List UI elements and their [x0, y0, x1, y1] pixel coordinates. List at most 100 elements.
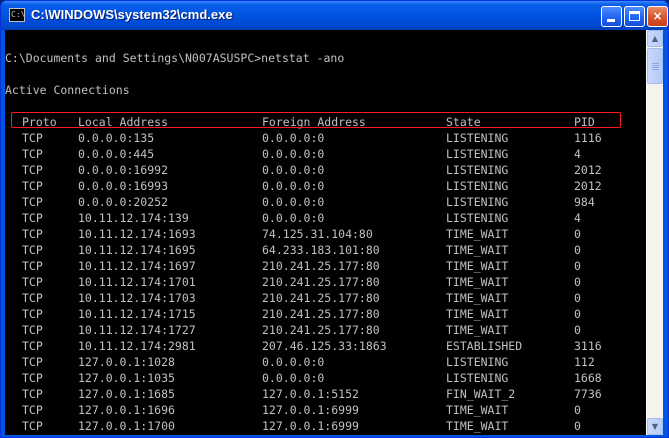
cell-local-address: 10.11.12.174:1693 — [78, 227, 196, 241]
grip-line — [652, 67, 659, 68]
cell-foreign-address: 210.241.25.177:80 — [262, 323, 380, 337]
cell-proto: TCP — [22, 291, 43, 305]
minimize-button[interactable] — [601, 6, 622, 27]
table-row: TCP 0.0.0.0:20252 0.0.0.0:0 LISTENING 984 — [5, 194, 646, 210]
cell-state: TIME_WAIT — [446, 291, 509, 305]
cell-pid: 0 — [574, 323, 581, 337]
cell-pid: 0 — [574, 403, 581, 417]
cell-pid: 0 — [574, 259, 581, 273]
cell-pid: 4 — [574, 147, 581, 161]
table-row: TCP 127.0.0.1:1028 0.0.0.0:0 LISTENING 112 — [5, 354, 646, 370]
window-title: C:\WINDOWS\system32\cmd.exe — [31, 7, 233, 22]
cell-proto: TCP — [22, 419, 43, 433]
cell-local-address: 10.11.12.174:1695 — [78, 243, 196, 257]
grip-line — [652, 65, 659, 66]
cell-pid: 1116 — [574, 131, 602, 145]
table-row: TCP 10.11.12.174:2981 207.46.125.33:1863 ES… — [5, 338, 646, 354]
table-row: TCP 127.0.0.1:1700 127.0.0.1:6999 TIME_WAIT… — [5, 418, 646, 434]
cell-proto: TCP — [22, 275, 43, 289]
close-button[interactable]: × — [647, 6, 668, 27]
maximize-icon — [629, 11, 640, 21]
cell-foreign-address: 0.0.0.0:0 — [262, 147, 325, 161]
cell-state: LISTENING — [446, 131, 509, 145]
cell-proto: TCP — [22, 307, 43, 321]
table-row: TCP 10.11.12.174:1693 74.125.31.104:80 TIME… — [5, 226, 646, 242]
cell-state: TIME_WAIT — [446, 419, 509, 433]
cell-local-address: 127.0.0.1:1028 — [78, 355, 175, 369]
vertical-scrollbar[interactable]: ▲ ▼ — [646, 30, 663, 435]
cell-foreign-address: 0.0.0.0:0 — [262, 163, 325, 177]
cell-state: LISTENING — [446, 147, 509, 161]
cell-proto: TCP — [22, 147, 43, 161]
cmd-window: C:\ C:\WINDOWS\system32\cmd.exe × C:\Doc… — [0, 0, 669, 438]
cell-foreign-address: 127.0.0.1:5152 — [262, 387, 359, 401]
scroll-thumb[interactable] — [647, 48, 663, 84]
cell-local-address: 127.0.0.1:1035 — [78, 371, 175, 385]
cell-pid: 4 — [574, 211, 581, 225]
table-row: TCP 10.11.12.174:1695 64.233.183.101:80 TIM… — [5, 242, 646, 258]
cell-foreign-address: 127.0.0.1:6999 — [262, 403, 359, 417]
cell-local-address: 0.0.0.0:445 — [78, 147, 155, 161]
cell-proto: TCP — [22, 243, 43, 257]
cell-proto: TCP — [22, 339, 43, 353]
cell-foreign-address: 210.241.25.177:80 — [262, 275, 380, 289]
cell-pid: 984 — [574, 195, 595, 209]
cell-proto: TCP — [22, 355, 43, 369]
table-row: TCP 127.0.0.1:1685 127.0.0.1:5152 FIN_WAIT_… — [5, 386, 646, 402]
cell-pid: 0 — [574, 419, 581, 433]
window-right-border — [663, 30, 668, 437]
table-row: TCP 0.0.0.0:16993 0.0.0.0:0 LISTENING 2012 — [5, 178, 646, 194]
cell-proto: TCP — [22, 323, 43, 337]
cell-pid: 2012 — [574, 163, 602, 177]
cell-state: TIME_WAIT — [446, 275, 509, 289]
cell-foreign-address: 0.0.0.0:0 — [262, 131, 325, 145]
cell-state: TIME_WAIT — [446, 259, 509, 273]
cell-foreign-address: 0.0.0.0:0 — [262, 179, 325, 193]
cell-pid: 0 — [574, 227, 581, 241]
title-bar[interactable]: C:\ C:\WINDOWS\system32\cmd.exe × — [1, 1, 668, 30]
section-title: Active Connections — [5, 83, 130, 97]
cell-state: ESTABLISHED — [446, 339, 523, 353]
table-row: TCP 127.0.0.1:1035 0.0.0.0:0 LISTENING 1668 — [5, 370, 646, 386]
table-row: TCP 10.11.12.174:1727 210.241.25.177:80 TIM… — [5, 322, 646, 338]
cell-local-address: 0.0.0.0:20252 — [78, 195, 169, 209]
close-icon: × — [652, 9, 663, 23]
maximize-button[interactable] — [624, 6, 645, 27]
cell-pid: 3116 — [574, 339, 602, 353]
table-row: TCP 10.11.12.174:139 0.0.0.0:0 LISTENING 4 — [5, 210, 646, 226]
cell-foreign-address: 64.233.183.101:80 — [262, 243, 380, 257]
cell-pid: 2012 — [574, 179, 602, 193]
table-row: TCP 0.0.0.0:16992 0.0.0.0:0 LISTENING 2012 — [5, 162, 646, 178]
scroll-down-button[interactable]: ▼ — [647, 418, 663, 435]
grip-line — [652, 63, 659, 64]
cell-local-address: 0.0.0.0:135 — [78, 131, 155, 145]
cmd-app-icon[interactable]: C:\ — [9, 8, 25, 22]
cell-pid: 0 — [574, 291, 581, 305]
cell-foreign-address: 210.241.25.177:80 — [262, 291, 380, 305]
console-output[interactable]: C:\Documents and Settings\N007ASUSPC>net… — [5, 30, 646, 435]
cell-state: LISTENING — [446, 211, 509, 225]
cell-proto: TCP — [22, 259, 43, 273]
cell-pid: 0 — [574, 307, 581, 321]
cell-state: TIME_WAIT — [446, 227, 509, 241]
cell-pid: 0 — [574, 275, 581, 289]
cell-state: TIME_WAIT — [446, 323, 509, 337]
cell-foreign-address: 210.241.25.177:80 — [262, 307, 380, 321]
cell-state: LISTENING — [446, 355, 509, 369]
table-row: TCP 10.11.12.174:1703 210.241.25.177:80 TIM… — [5, 290, 646, 306]
cell-foreign-address: 74.125.31.104:80 — [262, 227, 373, 241]
grip-line — [652, 69, 659, 70]
cell-local-address: 10.11.12.174:139 — [78, 211, 189, 225]
cell-proto: TCP — [22, 403, 43, 417]
arrow-up-icon: ▲ — [651, 34, 659, 43]
scroll-up-button[interactable]: ▲ — [647, 30, 663, 47]
cell-local-address: 10.11.12.174:1703 — [78, 291, 196, 305]
cell-local-address: 10.11.12.174:2981 — [78, 339, 196, 353]
cell-local-address: 127.0.0.1:1700 — [78, 419, 175, 433]
header-highlight-box — [11, 112, 621, 128]
cell-local-address: 0.0.0.0:16993 — [78, 179, 169, 193]
table-row: TCP 0.0.0.0:445 0.0.0.0:0 LISTENING 4 — [5, 146, 646, 162]
cell-proto: TCP — [22, 163, 43, 177]
command-prompt-line: C:\Documents and Settings\N007ASUSPC>net… — [5, 51, 345, 65]
cell-state: LISTENING — [446, 179, 509, 193]
